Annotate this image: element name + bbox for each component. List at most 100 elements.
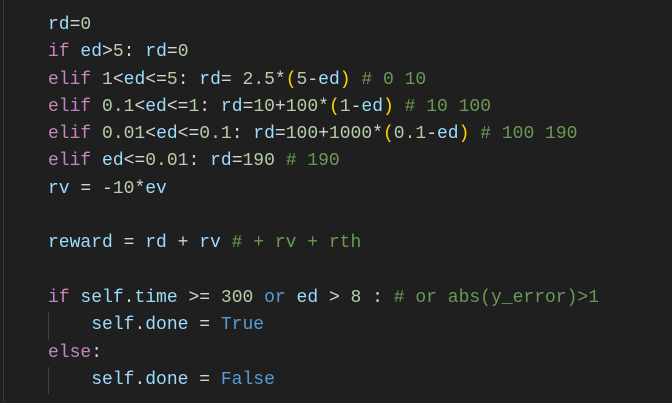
code-token: . — [123, 287, 135, 308]
code-line[interactable]: elif 0.01<ed<=0.1: rd=100+1000*(0.1-ed) … — [48, 121, 599, 148]
code-token: - — [307, 69, 319, 90]
code-token: 10 — [253, 96, 275, 117]
code-token: 0 — [177, 42, 189, 63]
code-token: # + rv + rth — [231, 233, 362, 254]
code-token: : — [231, 124, 254, 145]
code-token: . — [134, 369, 146, 390]
code-line[interactable]: rv = -10*ev — [48, 176, 599, 203]
code-token: : — [199, 96, 221, 117]
code-token: = — [274, 124, 286, 145]
code-line[interactable]: elif 0.1<ed<=1: rd=10+100*(1-ed) # 10 10… — [48, 94, 599, 121]
code-token: 0.01 — [102, 124, 146, 145]
code-token: self — [80, 287, 124, 308]
code-token: 5 — [112, 42, 124, 63]
code-token: 0.01 — [145, 151, 189, 172]
code-token: <= — [166, 96, 189, 117]
code-token: - — [350, 96, 362, 117]
code-line[interactable] — [48, 258, 599, 285]
code-token: ed — [102, 151, 124, 172]
code-token: > — [102, 42, 113, 63]
code-token: = — [69, 15, 81, 35]
code-token: > — [318, 287, 351, 308]
code-token: = — [220, 69, 243, 90]
code-token: self — [91, 369, 135, 390]
code-token: ed — [80, 42, 103, 63]
code-token: else — [48, 342, 92, 363]
code-token: rd — [220, 96, 243, 117]
code-token: 0 — [80, 15, 92, 35]
code-token: done — [145, 369, 189, 390]
code-token: time — [134, 287, 178, 308]
code-token: >= — [177, 287, 221, 308]
code-line[interactable]: elif 1<ed<=5: rd= 2.5*(5-ed) # 0 10 — [48, 67, 599, 94]
code-line[interactable]: rd=0 — [48, 12, 599, 39]
code-editor[interactable]: rd=0 if ed>5: rd=0 elif 1<ed<=5: rd= 2.5*(… — [48, 12, 599, 395]
code-token: # 0 10 — [361, 69, 427, 90]
code-token: # 10 100 — [404, 96, 492, 117]
code-token: rv — [48, 178, 70, 199]
code-token: rd — [199, 69, 221, 90]
code-token: 5 — [296, 69, 308, 90]
code-token: if — [48, 42, 70, 63]
code-token: rd — [253, 124, 275, 145]
code-token: : — [188, 151, 211, 172]
code-token: <= — [177, 124, 200, 145]
code-line[interactable]: if ed>5: rd=0 — [48, 39, 599, 66]
code-line[interactable] — [48, 203, 599, 230]
code-token: ) — [339, 69, 351, 90]
code-token: 1 — [188, 96, 200, 117]
code-line[interactable]: reward = rd + rv # + rv + rth — [48, 230, 599, 257]
code-line[interactable]: else: — [48, 340, 599, 367]
code-token: * — [372, 124, 383, 145]
code-token: = — [166, 42, 178, 63]
code-token: * — [318, 96, 329, 117]
code-token: * — [274, 69, 286, 90]
code-token: elif — [48, 124, 92, 145]
code-token: : — [123, 42, 146, 63]
code-token: = — [231, 151, 243, 172]
code-token: : — [91, 342, 103, 363]
code-line[interactable]: if self.time >= 300 or ed > 8 : # or abs… — [48, 285, 599, 312]
code-token: <= — [123, 151, 146, 172]
code-token: : — [177, 69, 200, 90]
code-token: ed — [437, 124, 459, 145]
code-token: 8 — [350, 287, 362, 308]
code-line[interactable]: self.done = False — [48, 366, 599, 395]
code-token: reward — [48, 233, 113, 254]
code-token: < — [134, 96, 146, 117]
code-token: 1000 — [328, 124, 373, 145]
code-token: ev — [145, 178, 167, 199]
code-line[interactable]: self.done = True — [48, 312, 599, 340]
code-token: done — [145, 315, 189, 336]
code-token: ed — [361, 96, 383, 117]
code-token: + — [274, 96, 286, 117]
code-token: rd — [48, 15, 70, 35]
code-token: rd — [145, 42, 167, 63]
code-token: ed — [318, 69, 340, 90]
code-token: 0.1 — [199, 124, 232, 145]
code-token: rd — [145, 233, 167, 254]
code-token: elif — [48, 96, 92, 117]
code-line[interactable]: elif ed<=0.01: rd=190 # 190 — [48, 148, 599, 175]
code-token: True — [220, 315, 265, 336]
code-token: . — [134, 315, 146, 336]
code-token: = — [242, 96, 254, 117]
code-token: # 100 190 — [480, 124, 578, 145]
code-token: rd — [210, 151, 232, 172]
indent-guide — [48, 366, 49, 395]
code-token: = — [188, 315, 221, 336]
code-token: if — [48, 287, 70, 308]
code-token: < — [145, 124, 157, 145]
editor-left-border — [3, 0, 4, 403]
code-token: 10 — [112, 178, 135, 199]
code-token: ) — [383, 96, 394, 117]
